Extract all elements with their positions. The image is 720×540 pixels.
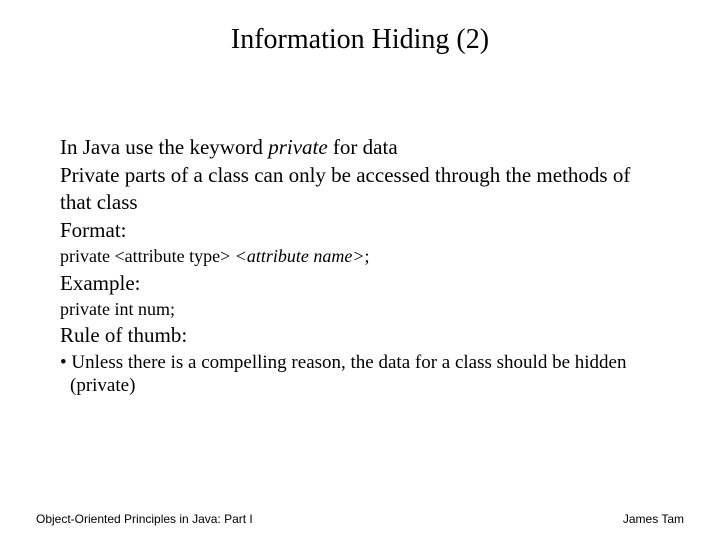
format-line-a: private <attribute type> (60, 246, 235, 266)
slide-footer: Object-Oriented Principles in Java: Part… (36, 512, 684, 526)
format-attr-name: <attribute name> (235, 246, 365, 266)
body-p1b: for data (328, 135, 398, 159)
rule-bullet: • Unless there is a compelling reason, t… (60, 351, 660, 399)
example-line: private int num; (60, 298, 660, 321)
slide-title: Information Hiding (2) (0, 24, 720, 56)
body-p1: In Java use the keyword private for data (60, 134, 660, 160)
slide: Information Hiding (2) In Java use the k… (0, 0, 720, 540)
footer-right: James Tam (623, 512, 684, 526)
example-label: Example: (60, 270, 660, 296)
format-line: private <attribute type> <attribute name… (60, 245, 660, 268)
format-line-b: ; (365, 246, 370, 266)
rule-label: Rule of thumb: (60, 322, 660, 348)
keyword-private: private (268, 135, 327, 159)
body-p1a: In Java use the keyword (60, 135, 268, 159)
format-label: Format: (60, 217, 660, 243)
footer-left: Object-Oriented Principles in Java: Part… (36, 512, 253, 526)
slide-body: In Java use the keyword private for data… (60, 134, 660, 400)
body-p2: Private parts of a class can only be acc… (60, 162, 660, 215)
